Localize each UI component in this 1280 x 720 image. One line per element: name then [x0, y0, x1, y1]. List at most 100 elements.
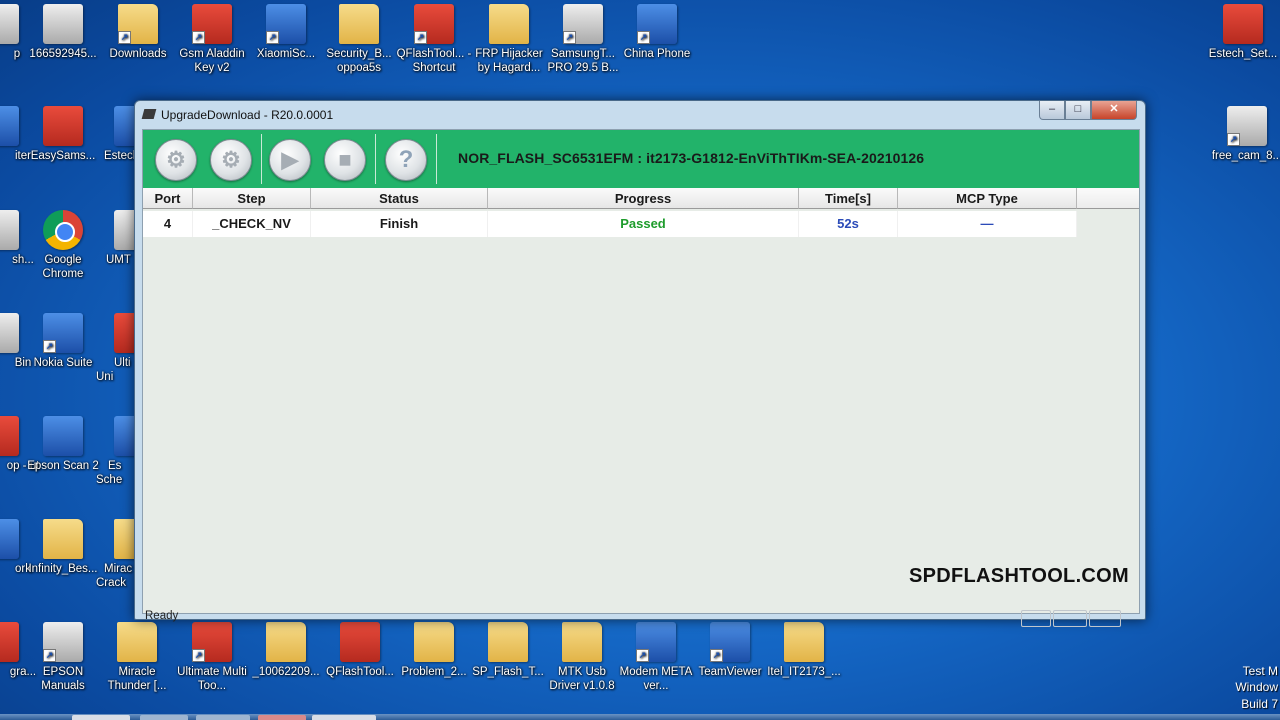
toolbar: ⚙ ⚙ ▶ ■ ? NOR_FLASH_SC6531EFM : it2173-G… [143, 130, 1139, 188]
desktop-icon[interactable]: 166592945... [24, 4, 102, 61]
icon-label: FRP Hijacker by Hagard... [475, 48, 543, 74]
desktop-icon[interactable]: _10062209... [247, 622, 325, 679]
folder-icon [43, 519, 83, 559]
shortcut-arrow-icon: ↗ [563, 31, 576, 44]
shortcut-arrow-icon: ↗ [43, 649, 56, 662]
help-button[interactable]: ? [385, 139, 427, 181]
estech-icon [114, 416, 136, 456]
desktop-icon[interactable]: Mirac Crack [96, 519, 136, 590]
taskbar-item[interactable] [312, 715, 376, 720]
table-row[interactable]: 4 _CHECK_NV Finish Passed 52s — [143, 211, 1077, 237]
desktop-icon[interactable]: Problem_2... [395, 622, 473, 679]
taskbar [0, 714, 1280, 720]
minimize-button[interactable]: – [1039, 101, 1065, 120]
desktop-icon[interactable]: Miracle Thunder [... [98, 622, 176, 693]
desktop-icon[interactable]: Epson Scan 2 [24, 416, 102, 473]
taskbar-item[interactable] [196, 715, 250, 720]
start-download-button[interactable]: ▶ [269, 139, 311, 181]
desktop-icon[interactable]: FRP Hijacker by Hagard... [470, 4, 548, 75]
shortcut-arrow-icon: ↗ [43, 340, 56, 353]
column-header-progress[interactable]: Progress [488, 188, 799, 209]
recycle-bin-icon [0, 313, 19, 353]
load-packet-button[interactable]: ⚙ [155, 139, 197, 181]
modem-meta-icon: ↗ [636, 622, 676, 662]
desktop-icon[interactable]: ↗ SamsungT... PRO 29.5 B... [544, 4, 622, 75]
winrar-archive-icon [1223, 4, 1263, 44]
upgrade-download-window: UpgradeDownload - R20.0.0001 – □ ✕ ⚙ ⚙ ▶… [134, 100, 1146, 627]
desktop-icon[interactable]: ↗ Gsm Aladdin Key v2 [173, 4, 251, 75]
close-button[interactable]: ✕ [1091, 101, 1137, 120]
column-header-step[interactable]: Step [193, 188, 311, 209]
icon-label: 166592945... [29, 48, 97, 60]
icon-label: Gsm Aladdin Key v2 [179, 48, 245, 74]
icon-label: Estech_Set... [1208, 48, 1278, 60]
desktop-icon[interactable]: Es Sche [96, 416, 136, 487]
taskbar-item[interactable] [72, 715, 130, 720]
folder-icon [266, 622, 306, 662]
desktop-icon[interactable]: Google Chrome [24, 210, 102, 281]
app-icon [0, 622, 19, 662]
desktop-icon[interactable]: ↗ Downloads [99, 4, 177, 61]
desktop-icon[interactable]: ↗ Nokia Suite [24, 313, 102, 370]
cell-port: 4 [143, 211, 193, 237]
desktop-icon[interactable]: ↗ QFlashTool... - Shortcut [395, 4, 473, 75]
title-bar[interactable]: UpgradeDownload - R20.0.0001 – □ ✕ [135, 101, 1145, 129]
nokia-suite-icon: ↗ [43, 313, 83, 353]
window-controls: – □ ✕ [1039, 101, 1137, 120]
settings-button[interactable]: ⚙ [210, 139, 252, 181]
icon-label: Es Sche [96, 460, 123, 486]
toolbar-separator [375, 134, 376, 184]
column-header-port[interactable]: Port [143, 188, 193, 209]
icon-label: Problem_2... [401, 666, 467, 678]
app-icon [0, 4, 19, 44]
folder-icon [784, 622, 824, 662]
taskbar-item[interactable] [258, 715, 306, 720]
icon-label: China Phone [623, 48, 691, 60]
desktop-icon[interactable]: QFlashTool... [321, 622, 399, 679]
desktop-icon[interactable]: Security_B... oppoa5s [320, 4, 398, 75]
column-header-mcp-type[interactable]: MCP Type [898, 188, 1077, 209]
desktop-icon[interactable]: SP_Flash_T... [469, 622, 547, 679]
desktop-icon[interactable]: ↗ Modem META ver... [617, 622, 695, 693]
epson-scan-icon [43, 416, 83, 456]
desktop-icon[interactable]: UMT [96, 210, 136, 267]
desktop-icon[interactable]: Infinity_Bes... [24, 519, 102, 576]
icon-label: QFlashTool... - Shortcut [396, 48, 472, 74]
play-icon: ▶ [281, 147, 299, 172]
icon-label: Ulti Uni [96, 357, 131, 383]
icon-label: Nokia Suite [33, 357, 93, 369]
icon-label: Modem META ver... [619, 666, 693, 692]
folder-icon [489, 4, 529, 44]
taskbar-item[interactable] [140, 715, 188, 720]
desktop-icon[interactable]: Estech_Set... [1204, 4, 1280, 61]
column-header-time[interactable]: Time[s] [799, 188, 898, 209]
desktop-icon[interactable]: ↗ EPSON Manuals [24, 622, 102, 693]
desktop-icon[interactable]: Estech [96, 106, 136, 163]
desktop-icon[interactable]: Ulti Uni [96, 313, 136, 384]
desktop-icon[interactable]: ↗ free_cam_8... [1208, 106, 1280, 163]
desktop-icon[interactable]: Itel_IT2173_... [765, 622, 843, 679]
desktop-icon[interactable]: ↗ TeamViewer [691, 622, 769, 679]
icon-label: SP_Flash_T... [472, 666, 544, 678]
desktop-icon[interactable]: EasySams... [24, 106, 102, 163]
shortcut-arrow-icon: ↗ [710, 649, 723, 662]
icon-label: Itel_IT2173_... [767, 666, 841, 678]
stop-download-button[interactable]: ■ [324, 139, 366, 181]
maximize-button[interactable]: □ [1065, 101, 1091, 120]
firmware-label: NOR_FLASH_SC6531EFM : it2173-G1812-EnViT… [458, 150, 925, 166]
icon-label: free_cam_8... [1211, 150, 1280, 162]
window-title: UpgradeDownload - R20.0.0001 [161, 108, 334, 122]
windows-watermark-line: Test M [1242, 664, 1278, 678]
desktop-icon[interactable]: ↗ Ultimate Multi Too... [173, 622, 251, 693]
shortcut-arrow-icon: ↗ [414, 31, 427, 44]
status-panel [1053, 610, 1087, 627]
ultimate-multi-tool-icon: ↗ [192, 622, 232, 662]
desktop-icon[interactable]: MTK Usb Driver v1.0.8 [543, 622, 621, 693]
shortcut-arrow-icon: ↗ [192, 31, 205, 44]
icon-label: Miracle Thunder [... [107, 666, 167, 692]
column-header-status[interactable]: Status [311, 188, 488, 209]
desktop-icon[interactable]: ↗ China Phone [618, 4, 696, 61]
icon-label: Ultimate Multi Too... [177, 666, 247, 692]
desktop-icon[interactable]: ↗ XiaomiSc... [247, 4, 325, 61]
qflash-app-icon: ↗ [414, 4, 454, 44]
